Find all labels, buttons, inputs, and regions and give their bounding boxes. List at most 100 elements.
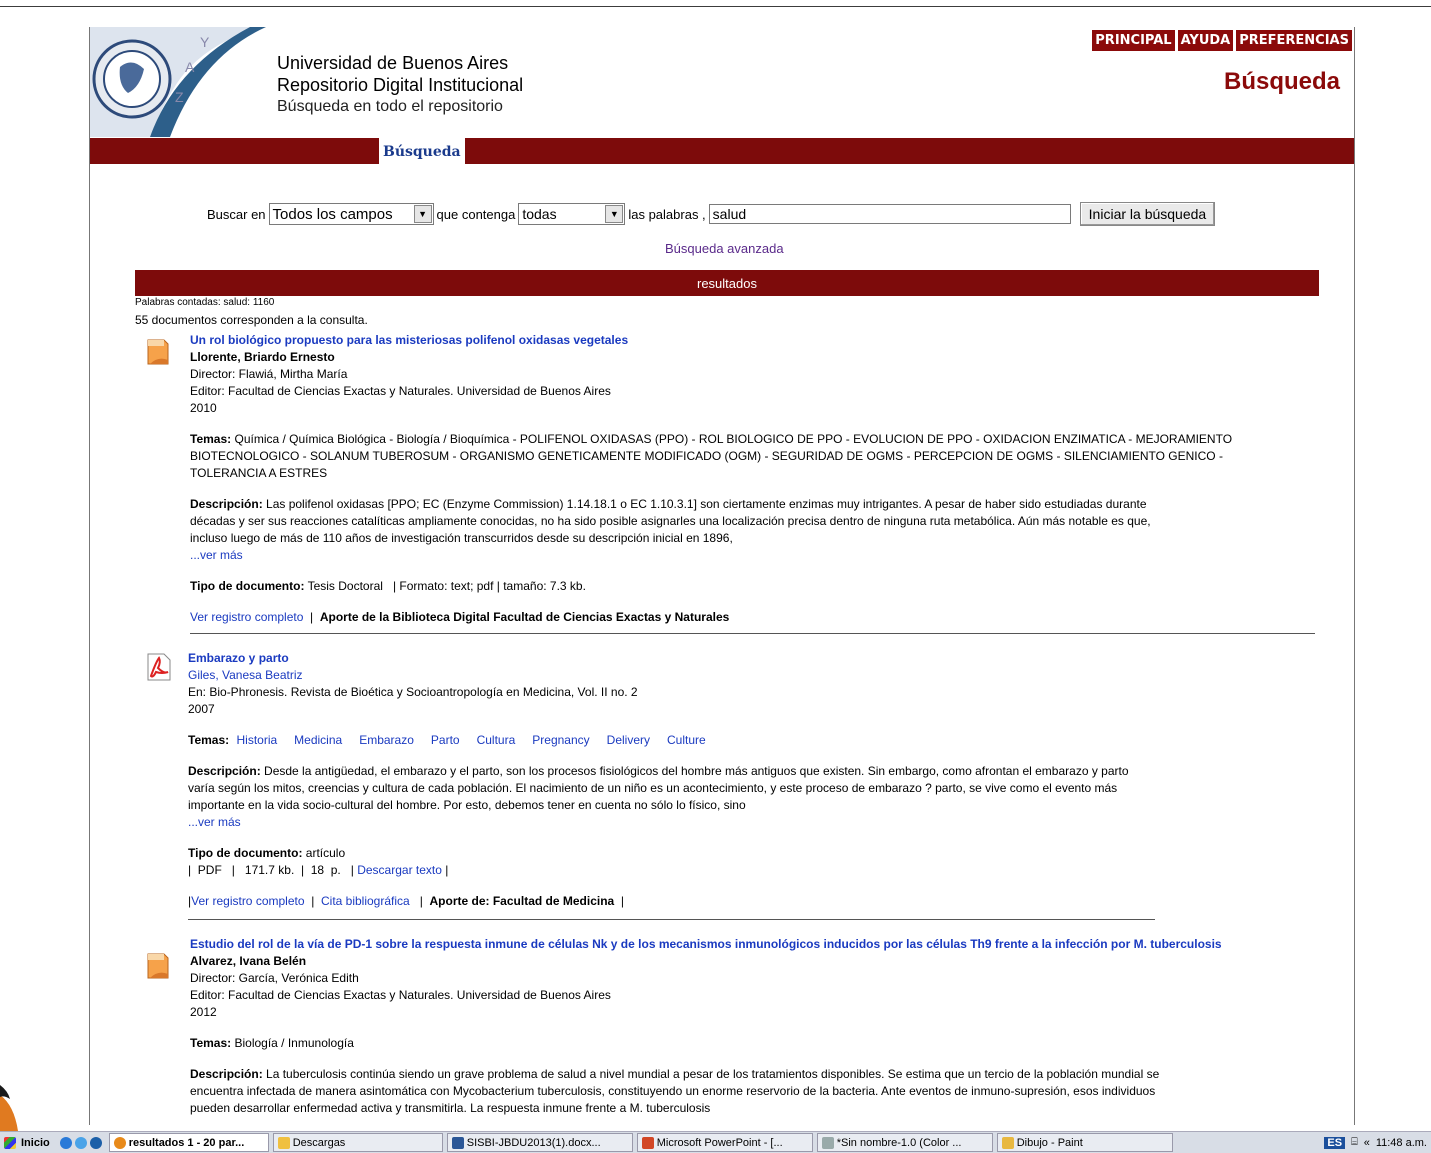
system-tray: ES ⌸ « 11:48 a.m. — [1324, 1136, 1431, 1149]
taskbar-item-paint-image[interactable]: *Sin nombre-1.0 (Color ... — [816, 1133, 993, 1152]
search-button[interactable]: Iniciar la búsqueda — [1079, 202, 1216, 226]
result-doc-type: Tipo de documento: artículo — [188, 845, 1258, 862]
university-logo: A Y Z — [90, 27, 266, 137]
temas-text: Química / Química Biológica - Biología /… — [190, 432, 1233, 480]
powerpoint-icon — [641, 1136, 654, 1149]
firefox-icon — [113, 1136, 126, 1149]
doc-type-label: Tipo de documento: — [188, 846, 303, 860]
pdf-icon[interactable] — [146, 652, 172, 682]
temas-label: Temas: — [190, 432, 232, 446]
contains-label: que contenga — [436, 206, 516, 222]
nav-ayuda[interactable]: AYUDA — [1177, 30, 1234, 51]
result-description: Descripción: Desde la antigüedad, el emb… — [188, 763, 1158, 831]
result-editor: Editor: Facultad de Ciencias Exactas y N… — [190, 384, 611, 398]
network-icon[interactable]: ⌸ — [1351, 1136, 1358, 1149]
taskbar-item-descargas[interactable]: Descargas — [272, 1133, 443, 1152]
tema-link-delivery[interactable]: Delivery — [607, 733, 650, 747]
download-text-link[interactable]: Descargar texto — [357, 863, 442, 877]
search-field-select[interactable]: Todos los campos ▼ — [268, 203, 434, 225]
search-form: Buscar en Todos los campos ▼ que conteng… — [207, 202, 1216, 226]
doc-type-value: artículo — [305, 846, 346, 860]
result-director: Director: García, Verónica Edith — [190, 971, 359, 985]
tray-expand-icon[interactable]: « — [1364, 1137, 1370, 1149]
description-text: Las polifenol oxidasas [PPO; EC (Enzyme … — [190, 497, 1151, 545]
description-text: La tuberculosis continúa siendo un grave… — [190, 1067, 1160, 1115]
result-year: 2012 — [190, 1005, 217, 1019]
description-label: Descripción: — [190, 497, 263, 511]
svg-text:Z: Z — [175, 89, 184, 105]
search-mode-select[interactable]: todas ▼ — [518, 203, 626, 225]
taskbar-item-results[interactable]: resultados 1 - 20 par... — [108, 1133, 269, 1152]
tema-link-parto[interactable]: Parto — [431, 733, 460, 747]
result-doc-type: Tipo de documento: Tesis Doctoral | Form… — [190, 578, 1260, 595]
university-name: Universidad de Buenos Aires — [277, 53, 509, 73]
dropdown-arrow-icon: ▼ — [605, 205, 624, 223]
ver-mas-link[interactable]: ...ver más — [190, 548, 243, 562]
taskbar-item-word[interactable]: SISBI-JBDU2013(1).docx... — [446, 1133, 633, 1152]
tab-busqueda[interactable]: Búsqueda — [379, 138, 465, 164]
tema-link-cultura[interactable]: Cultura — [477, 733, 516, 747]
result-title-link[interactable]: Un rol biológico propuesto para las mist… — [190, 332, 1260, 349]
result-title-link[interactable]: Embarazo y parto — [188, 650, 1258, 667]
clock: 11:48 a.m. — [1375, 1136, 1427, 1149]
doc-type-label: Tipo de documento: — [190, 579, 305, 593]
ver-mas-link[interactable]: ...ver más — [188, 815, 241, 829]
tema-link-pregnancy[interactable]: Pregnancy — [532, 733, 589, 747]
result-links: | Ver registro completo | Cita bibliográf… — [188, 893, 1258, 910]
result-title-link[interactable]: Estudio del rol de la vía de PD-1 sobre … — [190, 936, 1260, 953]
tema-link-medicina[interactable]: Medicina — [294, 733, 342, 747]
tema-link-embarazo[interactable]: Embarazo — [359, 733, 414, 747]
browser-page: A Y Z Universidad de Buenos Aires Reposi… — [89, 27, 1355, 1125]
description-text: Desde la antigüedad, el embarazo y el pa… — [188, 764, 1129, 812]
result-year: 2007 — [188, 702, 215, 716]
tema-link-historia[interactable]: Historia — [236, 733, 277, 747]
citation-link[interactable]: Cita bibliográfica — [321, 894, 410, 908]
links-pipe-2: | — [311, 894, 315, 908]
taskbar-item-label: Descargas — [292, 1136, 346, 1149]
word-icon — [451, 1136, 464, 1149]
taskbar-item-label: resultados 1 - 20 par... — [128, 1136, 245, 1149]
result-format: | PDF | 171.7 kb. | 18 p. | Descargar te… — [188, 862, 1258, 879]
result-divider — [188, 919, 1155, 920]
result-author: Alvarez, Ivana Belén — [190, 954, 307, 968]
search-input[interactable] — [708, 204, 1071, 224]
language-indicator[interactable]: ES — [1324, 1136, 1346, 1149]
result-editor: Editor: Facultad de Ciencias Exactas y N… — [190, 988, 611, 1002]
header-titles: Universidad de Buenos Aires Repositorio … — [277, 52, 523, 118]
media-quicklaunch-icon[interactable] — [89, 1136, 102, 1149]
screen-top-border — [0, 6, 1431, 7]
dropdown-arrow-icon: ▼ — [413, 205, 432, 223]
page-title: Búsqueda — [1223, 68, 1340, 95]
nav-principal[interactable]: PRINCIPAL — [1092, 30, 1175, 51]
start-button[interactable]: Inicio — [0, 1136, 54, 1149]
taskbar-item-label: Microsoft PowerPoint - [... — [656, 1136, 783, 1149]
header-subtitle: Búsqueda en todo el repositorio — [277, 98, 503, 115]
advanced-search-link[interactable]: Búsqueda avanzada — [665, 241, 784, 256]
tema-link-culture[interactable]: Culture — [667, 733, 706, 747]
taskbar-item-label: *Sin nombre-1.0 (Color ... — [836, 1136, 962, 1149]
document-icon[interactable] — [146, 952, 170, 980]
full-record-link[interactable]: Ver registro completo — [191, 894, 304, 908]
description-label: Descripción: — [188, 764, 261, 778]
results-total: 55 documentos corresponden a la consulta… — [135, 313, 368, 327]
ie-icon[interactable] — [59, 1136, 72, 1149]
links-pipe-3: | — [419, 894, 423, 908]
taskbar-item-paint[interactable]: Dibujo - Paint — [996, 1133, 1173, 1152]
taskbar-item-powerpoint[interactable]: Microsoft PowerPoint - [... — [636, 1133, 813, 1152]
result-temas: Temas: Química / Química Biológica - Bio… — [190, 431, 1260, 482]
result-author: Llorente, Briardo Ernesto — [190, 350, 335, 364]
result-author-link[interactable]: Giles, Vanesa Beatriz — [188, 667, 1258, 684]
browser-quicklaunch-icon[interactable] — [74, 1136, 87, 1149]
main-nav-bar — [90, 138, 1354, 164]
result-temas: Temas: Biología / Inmunología — [190, 1035, 1260, 1052]
document-icon[interactable] — [146, 338, 170, 366]
result-director: Director: Flawiá, Mirtha María — [190, 367, 348, 381]
taskbar-item-label: Dibujo - Paint — [1016, 1136, 1083, 1149]
result-temas: Temas: Historia Medicina Embarazo Parto Cult… — [188, 732, 1258, 749]
temas-label: Temas: — [188, 733, 230, 747]
nav-preferencias[interactable]: PREFERENCIAS — [1236, 30, 1352, 51]
start-label: Inicio — [21, 1136, 50, 1149]
folder-icon — [277, 1136, 290, 1149]
format-end-pipe: | — [445, 863, 449, 877]
full-record-link[interactable]: Ver registro completo — [190, 610, 303, 624]
